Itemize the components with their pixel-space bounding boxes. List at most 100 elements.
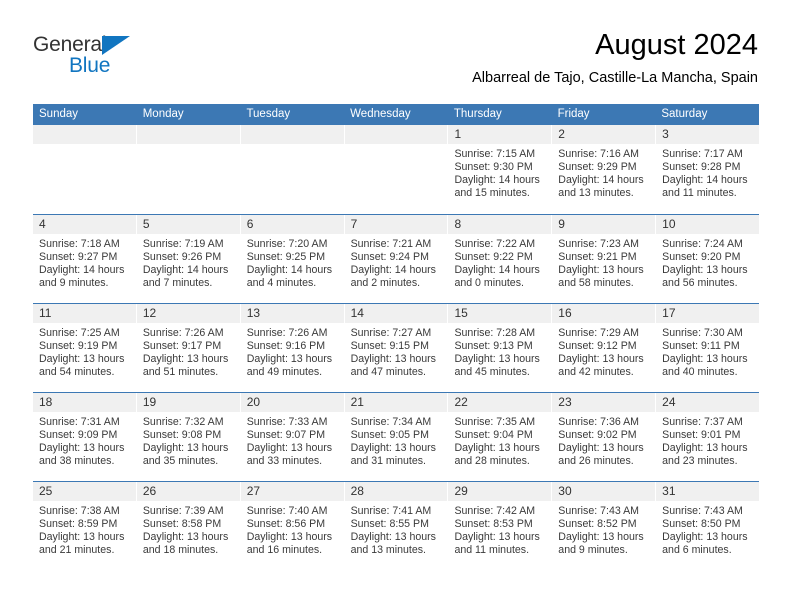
calendar-day-cell[interactable]: 13 Sunrise: 7:26 AM Sunset: 9:16 PM Dayligh… <box>240 304 345 392</box>
calendar-day-cell[interactable]: 17 Sunrise: 7:30 AM Sunset: 9:11 PM Dayligh… <box>656 304 760 392</box>
daylight-text-line1: Daylight: 14 hours <box>454 174 540 187</box>
calendar-day-cell[interactable]: 8 Sunrise: 7:22 AM Sunset: 9:22 PM Daylight… <box>448 215 553 303</box>
calendar-day-cell[interactable]: 27 Sunrise: 7:40 AM Sunset: 8:56 PM Dayligh… <box>240 482 345 570</box>
daylight-text-line2: and 6 minutes. <box>662 544 732 557</box>
calendar-day-cell[interactable]: 9 Sunrise: 7:23 AM Sunset: 9:21 PM Daylight… <box>552 215 657 303</box>
daylight-text-line2: and 13 minutes. <box>350 544 426 557</box>
sunset-text: Sunset: 8:55 PM <box>350 518 429 531</box>
calendar-day-cell[interactable]: 3 Sunrise: 7:17 AM Sunset: 9:28 PM Daylight… <box>656 125 760 214</box>
day-details: Sunrise: 7:38 AM Sunset: 8:59 PM Daylight:… <box>33 501 136 557</box>
daylight-text-line2: and 49 minutes. <box>246 366 323 379</box>
calendar-day-cell[interactable]: 25 Sunrise: 7:38 AM Sunset: 8:59 PM Dayligh… <box>33 482 137 570</box>
daylight-text-line1: Daylight: 14 hours <box>246 264 333 277</box>
calendar-day-cell[interactable]: 16 Sunrise: 7:29 AM Sunset: 9:12 PM Dayligh… <box>552 304 657 392</box>
daylight-text-line2: and 26 minutes. <box>558 455 634 468</box>
day-details: Sunrise: 7:18 AM Sunset: 9:27 PM Daylight:… <box>33 234 136 290</box>
logo-generalblue[interactable]: General Blue <box>33 34 153 82</box>
daylight-text-line2: and 11 minutes. <box>454 544 530 557</box>
calendar-week-row: 25 Sunrise: 7:38 AM Sunset: 8:59 PM Dayligh… <box>33 481 760 570</box>
calendar-day-cell[interactable]: 7 Sunrise: 7:21 AM Sunset: 9:24 PM Daylight… <box>344 215 449 303</box>
calendar-day-cell[interactable]: 18 Sunrise: 7:31 AM Sunset: 9:09 PM Dayligh… <box>33 393 137 481</box>
day-number: 16 <box>552 304 656 323</box>
sunrise-text: Sunrise: 7:20 AM <box>246 238 328 250</box>
sunrise-text: Sunrise: 7:25 AM <box>39 327 120 339</box>
daylight-text-line1: Daylight: 13 hours <box>246 442 333 455</box>
day-details: Sunrise: 7:42 AM Sunset: 8:53 PM Daylight:… <box>448 501 551 557</box>
day-number: 6 <box>240 215 344 234</box>
weekday-header-tuesday: Tuesday <box>246 108 291 120</box>
title-block: August 2024 Albarreal de Tajo, Castille-… <box>472 28 758 87</box>
calendar-day-cell[interactable]: 28 Sunrise: 7:41 AM Sunset: 8:55 PM Dayligh… <box>344 482 449 570</box>
calendar-week-row: 18 Sunrise: 7:31 AM Sunset: 9:09 PM Dayligh… <box>33 392 760 481</box>
sunset-text: Sunset: 9:20 PM <box>662 251 741 264</box>
daylight-text-line2: and 9 minutes. <box>558 544 628 557</box>
daylight-text-line2: and 2 minutes. <box>350 277 421 290</box>
daylight-text-line2: and 18 minutes. <box>142 544 219 557</box>
sunrise-text: Sunrise: 7:26 AM <box>142 327 224 339</box>
day-number <box>240 125 344 144</box>
sunrise-text: Sunrise: 7:21 AM <box>350 238 432 250</box>
day-details: Sunrise: 7:30 AM Sunset: 9:11 PM Daylight:… <box>656 323 759 379</box>
calendar-week-row: 11 Sunrise: 7:25 AM Sunset: 9:19 PM Dayligh… <box>33 303 760 392</box>
calendar-grid: Sunday Monday Tuesday Wednesday Thursday… <box>33 104 760 570</box>
calendar-day-cell[interactable]: 11 Sunrise: 7:25 AM Sunset: 9:19 PM Dayligh… <box>33 304 137 392</box>
day-number: 14 <box>344 304 448 323</box>
calendar-day-cell[interactable]: 2 Sunrise: 7:16 AM Sunset: 9:29 PM Daylight… <box>552 125 657 214</box>
daylight-text-line1: Daylight: 13 hours <box>558 353 644 366</box>
day-details: Sunrise: 7:26 AM Sunset: 9:16 PM Daylight:… <box>241 323 344 379</box>
sunrise-text: Sunrise: 7:15 AM <box>454 148 536 160</box>
day-number <box>136 125 240 144</box>
day-details: Sunrise: 7:29 AM Sunset: 9:12 PM Daylight:… <box>552 323 655 379</box>
daylight-text-line1: Daylight: 13 hours <box>350 531 436 544</box>
weekday-header-friday: Friday <box>557 108 590 120</box>
day-number: 8 <box>448 215 552 234</box>
calendar-day-cell[interactable]: 14 Sunrise: 7:27 AM Sunset: 9:15 PM Dayligh… <box>344 304 449 392</box>
calendar-day-cell[interactable]: 23 Sunrise: 7:36 AM Sunset: 9:02 PM Dayligh… <box>552 393 657 481</box>
calendar-day-cell[interactable]: 24 Sunrise: 7:37 AM Sunset: 9:01 PM Dayligh… <box>656 393 760 481</box>
page-header: General Blue August 2024 Albarreal de Ta… <box>0 0 792 86</box>
sunset-text: Sunset: 9:02 PM <box>558 429 637 442</box>
day-details: Sunrise: 7:43 AM Sunset: 8:50 PM Daylight:… <box>656 501 759 557</box>
calendar-day-cell[interactable]: 30 Sunrise: 7:43 AM Sunset: 8:52 PM Dayligh… <box>552 482 657 570</box>
day-number: 11 <box>33 304 136 323</box>
calendar-day-cell[interactable]: 31 Sunrise: 7:43 AM Sunset: 8:50 PM Dayligh… <box>656 482 760 570</box>
calendar-day-cell-empty <box>136 125 241 214</box>
calendar-day-cell[interactable]: 5 Sunrise: 7:19 AM Sunset: 9:26 PM Daylight… <box>136 215 241 303</box>
daylight-text-line1: Daylight: 13 hours <box>558 531 644 544</box>
sunset-text: Sunset: 9:19 PM <box>39 340 118 353</box>
daylight-text-line2: and 13 minutes. <box>558 187 634 200</box>
day-number: 18 <box>33 393 136 412</box>
sunrise-text: Sunrise: 7:24 AM <box>662 238 743 250</box>
calendar-day-cell[interactable]: 6 Sunrise: 7:20 AM Sunset: 9:25 PM Daylight… <box>240 215 345 303</box>
sunset-text: Sunset: 9:21 PM <box>558 251 637 264</box>
sunrise-text: Sunrise: 7:40 AM <box>246 505 328 517</box>
day-number: 28 <box>344 482 448 501</box>
calendar-day-cell[interactable]: 26 Sunrise: 7:39 AM Sunset: 8:58 PM Dayligh… <box>136 482 241 570</box>
calendar-day-cell[interactable]: 15 Sunrise: 7:28 AM Sunset: 9:13 PM Dayligh… <box>448 304 553 392</box>
day-number: 7 <box>344 215 448 234</box>
calendar-day-cell[interactable]: 10 Sunrise: 7:24 AM Sunset: 9:20 PM Dayligh… <box>656 215 760 303</box>
calendar-day-cell[interactable]: 12 Sunrise: 7:26 AM Sunset: 9:17 PM Dayligh… <box>136 304 241 392</box>
day-details: Sunrise: 7:40 AM Sunset: 8:56 PM Daylight:… <box>241 501 344 557</box>
sunrise-text: Sunrise: 7:32 AM <box>142 416 224 428</box>
calendar-day-cell[interactable]: 19 Sunrise: 7:32 AM Sunset: 9:08 PM Dayligh… <box>136 393 241 481</box>
calendar-day-cell[interactable]: 20 Sunrise: 7:33 AM Sunset: 9:07 PM Dayligh… <box>240 393 345 481</box>
day-details: Sunrise: 7:34 AM Sunset: 9:05 PM Daylight:… <box>345 412 448 468</box>
day-number: 15 <box>448 304 552 323</box>
daylight-text-line1: Daylight: 14 hours <box>558 174 644 187</box>
sunset-text: Sunset: 8:59 PM <box>39 518 118 531</box>
calendar-day-cell[interactable]: 22 Sunrise: 7:35 AM Sunset: 9:04 PM Dayligh… <box>448 393 553 481</box>
sunset-text: Sunset: 8:50 PM <box>662 518 741 531</box>
calendar-day-cell[interactable]: 1 Sunrise: 7:15 AM Sunset: 9:30 PM Daylight… <box>448 125 553 214</box>
weekday-header-thursday: Thursday <box>453 108 502 120</box>
sunset-text: Sunset: 9:11 PM <box>662 340 740 353</box>
calendar-day-cell[interactable]: 21 Sunrise: 7:34 AM Sunset: 9:05 PM Dayligh… <box>344 393 449 481</box>
daylight-text-line2: and 28 minutes. <box>454 455 530 468</box>
calendar-day-cell[interactable]: 29 Sunrise: 7:42 AM Sunset: 8:53 PM Dayligh… <box>448 482 553 570</box>
day-details: Sunrise: 7:39 AM Sunset: 8:58 PM Daylight:… <box>137 501 240 557</box>
sunrise-text: Sunrise: 7:16 AM <box>558 148 639 160</box>
calendar-day-cell[interactable]: 4 Sunrise: 7:18 AM Sunset: 9:27 PM Daylight… <box>33 215 137 303</box>
day-number: 24 <box>656 393 760 412</box>
daylight-text-line2: and 11 minutes. <box>662 187 737 200</box>
daylight-text-line2: and 16 minutes. <box>246 544 323 557</box>
